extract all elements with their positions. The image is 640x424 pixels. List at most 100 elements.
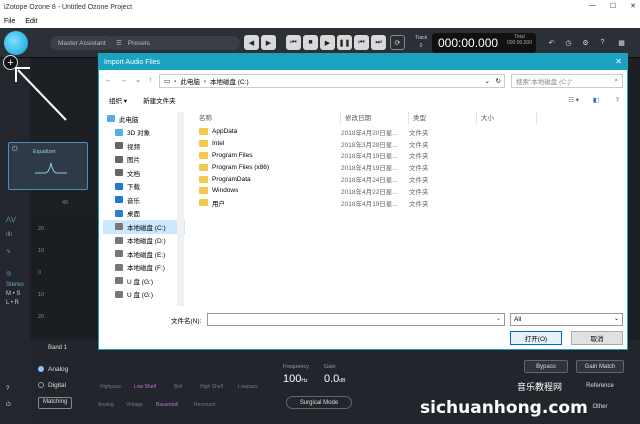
tree-item[interactable]: 图片 (103, 153, 185, 167)
shape-highpass[interactable]: Highpass (100, 384, 121, 390)
bars-icon[interactable]: ıllı (6, 232, 12, 238)
search-input[interactable]: 搜索"本地磁盘 (C:)" ⌕ (511, 74, 623, 88)
undo-icon[interactable]: ↶ (544, 35, 559, 50)
address-dropdown-icon[interactable]: ⌄ (485, 77, 490, 85)
stereo-icon[interactable]: ◎ (6, 270, 11, 277)
wave-icon[interactable]: ∿ (6, 248, 11, 255)
tree-item[interactable]: 本地磁盘 (E:) (103, 247, 185, 261)
preset-next-button[interactable]: ▶ (261, 35, 276, 50)
minimize-icon[interactable]: — (589, 2, 596, 10)
type-analog[interactable]: Analog (98, 402, 114, 408)
cancel-button[interactable]: 取消 (571, 331, 623, 345)
tree-item[interactable]: 下载 (103, 180, 185, 194)
back-icon[interactable]: ← (105, 77, 112, 84)
col-date[interactable]: 修改日期 (341, 112, 409, 124)
power-toggle-icon[interactable]: ⏻ (6, 402, 11, 409)
file-row[interactable]: 用户 2018年4月19日星... 文件夹 (195, 197, 525, 209)
tree-item[interactable]: 视频 (103, 139, 185, 153)
master-assistant-button[interactable]: Master Assistant (50, 36, 114, 50)
gain-match-button[interactable]: Gain Match (576, 360, 624, 373)
preset-prev-button[interactable]: ◀ (244, 35, 259, 50)
ms-label[interactable]: M • S (6, 291, 20, 297)
preview-pane-icon[interactable]: ◧ (593, 96, 599, 104)
menu-file[interactable]: File (4, 18, 15, 25)
new-folder-button[interactable]: 新建文件夹 (143, 95, 176, 105)
play-button[interactable]: ▶ (320, 35, 335, 50)
view-options-icon[interactable]: ☷ ▾ (568, 96, 579, 104)
history-dropdown-icon[interactable]: ⌄ (135, 76, 141, 84)
organize-button[interactable]: 组织 ▾ (109, 95, 127, 105)
grid-icon[interactable]: ▦ (614, 35, 629, 50)
file-row[interactable]: Program Files (x86) 2018年4月19日星... 文件夹 (195, 161, 525, 173)
equalizer-module[interactable]: ⏻ Equalizer (8, 142, 88, 190)
gain-value[interactable]: 0.0dB (324, 373, 345, 385)
col-size[interactable]: 大小 (477, 112, 537, 124)
tree-item[interactable]: 文档 (103, 166, 185, 180)
help-icon[interactable]: ? (595, 35, 610, 50)
tree-item[interactable]: U 盘 (G:) (103, 274, 185, 288)
file-row[interactable]: Intel 2018年3月29日星... 文件夹 (195, 138, 525, 150)
filetype-select[interactable]: All ⌄ (510, 313, 623, 326)
tree-item[interactable]: U 盘 (G:) (103, 288, 185, 302)
chevron-down-icon[interactable]: ⌄ (496, 315, 501, 322)
matching-button[interactable]: Matching (38, 397, 73, 409)
reference-button[interactable]: Reference (576, 379, 624, 392)
up-icon[interactable]: ↑ (149, 77, 153, 84)
tree-item[interactable]: 本地磁盘 (F:) (103, 261, 185, 275)
tree-item[interactable]: 桌面 (103, 207, 185, 221)
history-icon[interactable]: ◷ (561, 35, 576, 50)
col-name[interactable]: 名称 (195, 112, 341, 124)
shape-bell[interactable]: Bell (174, 384, 182, 390)
tree-item[interactable]: 3D 对象 (103, 126, 185, 140)
menu-edit[interactable]: Edit (25, 18, 37, 25)
close-icon[interactable]: ✕ (630, 2, 636, 10)
band-tab[interactable]: Band 1 (48, 345, 67, 351)
file-row[interactable]: AppData 2018年4月20日星... 文件夹 (195, 126, 525, 138)
help-circle-icon[interactable]: ? (6, 386, 9, 392)
loop-icon[interactable]: ⟳ (390, 35, 405, 50)
type-resonant[interactable]: Resonant (194, 402, 215, 408)
stereo-label[interactable]: Stereo (6, 282, 24, 288)
type-baxandall[interactable]: Baxandall (156, 402, 178, 408)
file-row[interactable]: ProgramData 2018年4月24日星... 文件夹 (195, 173, 525, 185)
spectrum-icon[interactable]: ⋀⋁ (6, 216, 16, 223)
address-bar[interactable]: ▭ › 此电脑 › 本地磁盘 (C:) ⌄ ↻ (159, 74, 505, 88)
refresh-icon[interactable]: ↻ (496, 77, 501, 85)
tree-item[interactable]: 本地磁盘 (C:) (103, 220, 185, 234)
forward-icon[interactable]: → (120, 77, 127, 84)
lr-label[interactable]: L • R (6, 300, 19, 306)
pause-button[interactable]: ❚❚ (337, 35, 352, 50)
tree-item[interactable]: 音乐 (103, 193, 185, 207)
filename-input[interactable]: ⌄ (207, 313, 505, 326)
bypass-button[interactable]: Bypass (524, 360, 568, 373)
stop-button[interactable]: ■ (303, 35, 318, 50)
file-row[interactable]: Windows 2018年4月22日星... 文件夹 (195, 185, 525, 197)
maximize-icon[interactable]: ☐ (610, 2, 616, 10)
col-type[interactable]: 类型 (409, 112, 477, 124)
digital-option[interactable]: Digital (38, 382, 66, 389)
file-row[interactable]: Program Files 2018年4月19日星... 文件夹 (195, 150, 525, 162)
tree-scrollbar[interactable] (177, 112, 184, 306)
prev-track-button[interactable]: ⏮ (354, 35, 369, 50)
tree-item[interactable]: 此电脑 (103, 112, 185, 126)
next-track-button[interactable]: ⏭ (371, 35, 386, 50)
shape-high-shelf[interactable]: High Shelf (200, 384, 223, 390)
shape-low-shelf[interactable]: Low Shelf (134, 384, 156, 390)
gear-icon[interactable]: ⚙ (578, 35, 593, 50)
presets-button[interactable]: ☰ Presets (108, 36, 240, 50)
power-icon[interactable]: ⏻ (12, 146, 18, 154)
open-button[interactable]: 打开(O) (510, 331, 562, 345)
shape-lowpass[interactable]: Lowpass (238, 384, 258, 390)
file-name-cell: ProgramData (195, 175, 341, 183)
breadcrumb-computer[interactable]: 此电脑 (180, 76, 200, 86)
tree-item[interactable]: 本地磁盘 (D:) (103, 234, 185, 248)
frequency-value[interactable]: 100Hz (283, 373, 307, 385)
eq-graph[interactable]: 40 20 10 0 10 20 (32, 200, 102, 338)
dialog-close-icon[interactable]: ✕ (615, 57, 622, 66)
breadcrumb-drive[interactable]: 本地磁盘 (C:) (210, 76, 249, 86)
surgical-mode-button[interactable]: Surgical Mode (286, 396, 352, 409)
type-vintage[interactable]: Vintage (126, 402, 143, 408)
help-icon[interactable]: ? (615, 97, 619, 104)
analog-option[interactable]: Analog (38, 366, 68, 373)
rewind-button[interactable]: ⏮ (286, 35, 301, 50)
